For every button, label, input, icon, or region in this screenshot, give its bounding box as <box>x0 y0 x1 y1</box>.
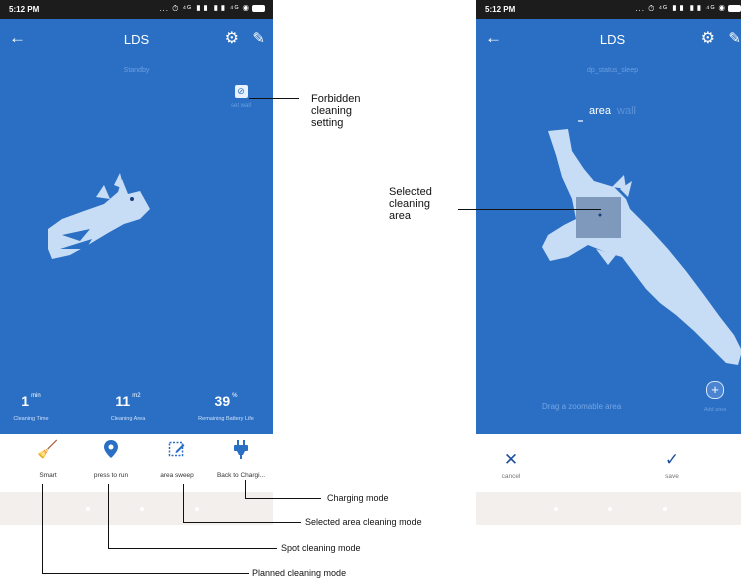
nav-dot[interactable] <box>554 507 558 511</box>
close-icon: ✕ <box>503 450 519 469</box>
status-time: 5:12 PM <box>9 5 40 14</box>
action-label: save <box>665 473 679 480</box>
status-time: 5:12 PM <box>485 5 516 14</box>
signal-icons: ... ⏱ ⁴ᴳ ▮▮ ▮▮ ⁴ᴳ ◉ <box>635 4 726 13</box>
annotation-charging-mode: Charging mode <box>327 493 389 503</box>
leader-line-spot <box>108 548 277 549</box>
robot-position-marker <box>130 197 134 201</box>
mode-back-to-charging-button[interactable]: Back to Chargi... <box>210 440 272 479</box>
mode-bar: 🧹 Smart press to run area sweep Back to … <box>0 434 273 492</box>
leader-line-charging <box>245 498 321 499</box>
status-bar: 5:12 PM ... ⏱ ⁴ᴳ ▮▮ ▮▮ ⁴ᴳ ◉ <box>476 0 741 19</box>
check-icon: ✓ <box>664 450 680 469</box>
nav-dot[interactable] <box>86 507 90 511</box>
area-edit-icon <box>146 440 208 462</box>
status-icons: ... ⏱ ⁴ᴳ ▮▮ ▮▮ ⁴ᴳ ◉ <box>159 4 265 14</box>
action-label: cancel <box>501 473 521 480</box>
stat-cleaning-time: 1 min Cleaning Time <box>6 393 56 422</box>
stat-cleaning-area: 11 m2 Cleaning Area <box>98 393 158 422</box>
title-bar: ← LDS ⚙ ✎ <box>0 19 273 59</box>
selected-area-box <box>576 197 621 238</box>
leader-line-selected-area <box>458 209 601 210</box>
stat-value: 11 <box>115 393 131 409</box>
gear-icon[interactable]: ⚙ <box>701 28 715 48</box>
leader-line-spot <box>108 484 109 548</box>
stat-unit: % <box>232 393 238 399</box>
signal-icons: ... ⏱ ⁴ᴳ ▮▮ ▮▮ ⁴ᴳ ◉ <box>159 4 250 13</box>
mode-label: Smart <box>39 472 57 479</box>
stat-unit: m2 <box>132 393 141 399</box>
annotation-forbidden-cleaning: Forbidden cleaning setting <box>311 93 361 129</box>
map-area-shape <box>48 173 150 259</box>
annotation-spot-cleaning: Spot cleaning mode <box>281 543 361 553</box>
mode-label: area sweep <box>160 472 194 479</box>
mode-area-sweep-button[interactable]: area sweep <box>146 440 208 479</box>
leader-line-forbidden <box>249 98 299 99</box>
mode-label: Back to Chargi... <box>216 472 266 479</box>
status-bar: 5:12 PM ... ⏱ ⁴ᴳ ▮▮ ▮▮ ⁴ᴳ ◉ <box>0 0 273 19</box>
plug-icon <box>210 440 272 462</box>
map-area-shape <box>542 129 741 365</box>
stat-label: Cleaning Area <box>110 416 146 422</box>
leader-line-area-mode <box>183 484 184 522</box>
annotation-planned-cleaning: Planned cleaning mode <box>252 568 347 578</box>
add-area-label: Add area <box>703 407 727 413</box>
map-screen: ← LDS ⚙ ✎ Standby ⊘ set wall 1 min Cleani… <box>0 19 273 434</box>
add-area-button[interactable]: + Add area <box>695 381 735 413</box>
stat-unit: min <box>31 393 41 399</box>
stat-label: Remaining Battery Life <box>198 416 254 422</box>
save-button[interactable]: ✓ save <box>642 450 702 480</box>
leader-line-area-mode <box>183 522 301 523</box>
phone-right-screen: 5:12 PM ... ⏱ ⁴ᴳ ▮▮ ▮▮ ⁴ᴳ ◉ ← LDS ⚙ ✎ dp… <box>476 0 741 525</box>
robot-position-marker <box>598 213 602 217</box>
mode-press-to-run-button[interactable]: press to run <box>80 440 142 479</box>
mode-smart-button[interactable]: 🧹 Smart <box>17 440 79 479</box>
nav-dot[interactable] <box>608 507 612 511</box>
area-edit-screen: ← LDS ⚙ ✎ dp_status_sleep area wall Drag … <box>476 19 741 434</box>
battery-icon <box>252 5 265 12</box>
cancel-button[interactable]: ✕ cancel <box>481 450 541 480</box>
battery-icon <box>728 5 741 12</box>
broom-icon: 🧹 <box>37 440 59 459</box>
phone-left-screen: 5:12 PM ... ⏱ ⁴ᴳ ▮▮ ▮▮ ⁴ᴳ ◉ ← LDS ⚙ ✎ St… <box>0 0 273 525</box>
nav-dot[interactable] <box>663 507 667 511</box>
gear-icon[interactable]: ⚙ <box>225 28 239 48</box>
cleaning-map[interactable] <box>476 59 741 399</box>
annotation-selected-area: Selected cleaning area <box>389 186 432 222</box>
leader-line-planned <box>42 484 43 573</box>
stats-bar: 1 min Cleaning Time 11 m2 Cleaning Area 39… <box>0 393 273 434</box>
status-icons: ... ⏱ ⁴ᴳ ▮▮ ▮▮ ⁴ᴳ ◉ <box>635 4 741 14</box>
cleaning-map[interactable] <box>0 59 273 389</box>
drag-hint-text: Drag a zoomable area <box>542 402 622 411</box>
action-bar: ✕ cancel ✓ save <box>476 434 741 492</box>
title-bar: ← LDS ⚙ ✎ <box>476 19 741 59</box>
stat-battery-life: 39% Remaining Battery Life <box>183 393 269 422</box>
system-nav-bar <box>476 492 741 525</box>
location-pin-icon <box>80 440 142 462</box>
nav-dot[interactable] <box>140 507 144 511</box>
nav-dot[interactable] <box>195 507 199 511</box>
annotation-selected-area-mode: Selected area cleaning mode <box>305 517 422 527</box>
plus-icon[interactable]: + <box>706 381 724 399</box>
edit-pencil-icon[interactable]: ✎ <box>728 29 741 47</box>
leader-line-charging <box>245 480 246 498</box>
stat-label: Cleaning Time <box>13 416 49 422</box>
stat-value: 39 <box>214 393 231 409</box>
mode-label: press to run <box>93 472 129 479</box>
system-nav-bar <box>0 492 273 525</box>
edit-pencil-icon[interactable]: ✎ <box>252 29 265 47</box>
leader-line-planned <box>42 573 249 574</box>
stat-value: 1 <box>21 393 30 409</box>
